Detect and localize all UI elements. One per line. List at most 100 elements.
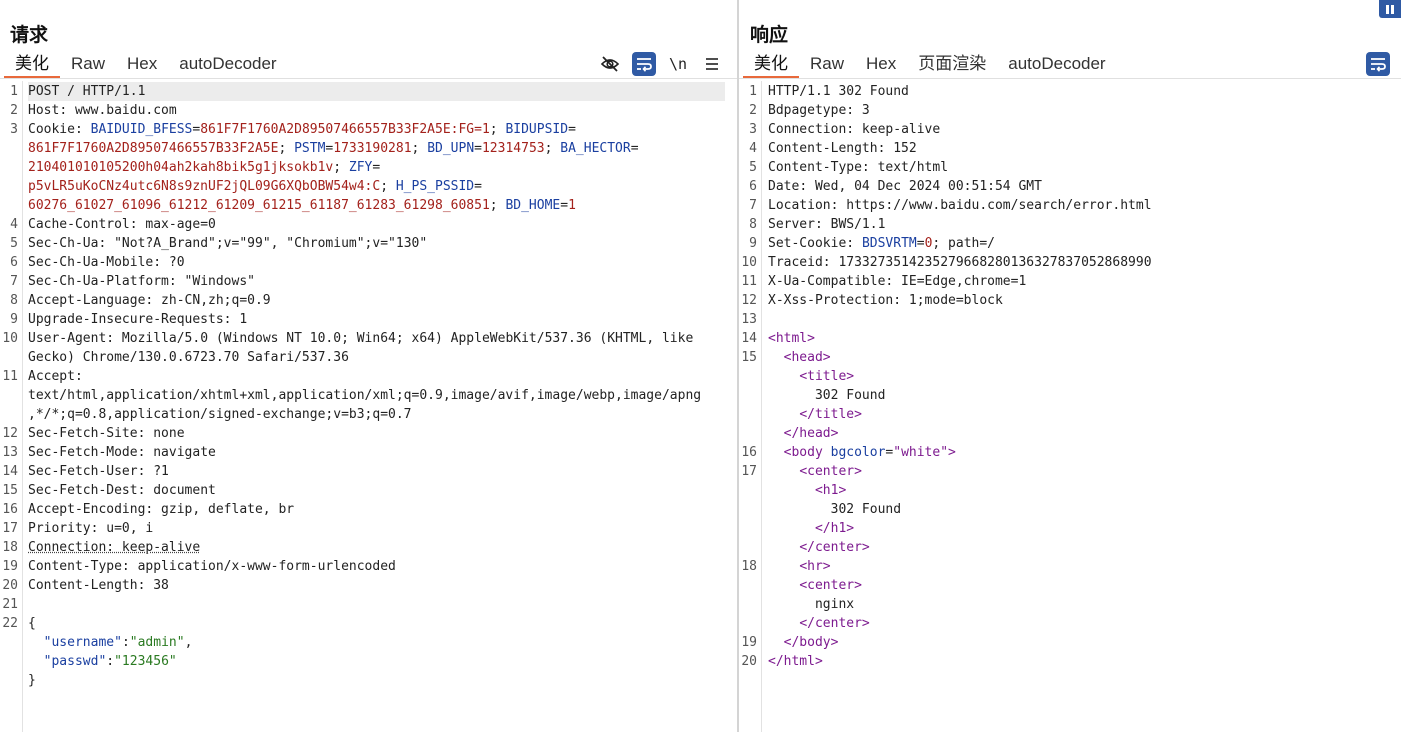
code-token: : "Not?A_Brand";v="99", "Chromium";v="13…: [98, 236, 428, 251]
response-tab-autodecoder[interactable]: autoDecoder: [997, 52, 1116, 76]
code-line: POST / HTTP/1.1: [28, 82, 725, 101]
code-token: 302 Found: [768, 502, 902, 517]
code-token: Upgrade-Insecure-Requests: [28, 312, 224, 327]
line-number: 12: [2, 426, 18, 441]
code-token: text/html,application/xhtml+xml,applicat…: [28, 388, 702, 403]
line-number: 19: [2, 559, 18, 574]
code-line: X-Xss-Protection: 1;mode=block: [768, 291, 1389, 310]
code-token: =: [474, 141, 482, 156]
code-token: 302 Found: [768, 388, 886, 403]
code-token: : navigate: [137, 445, 216, 460]
request-tab-pretty[interactable]: 美化: [4, 52, 60, 78]
code-line: User-Agent: Mozilla/5.0 (Windows NT 10.0…: [28, 329, 725, 348]
code-token: : application/x-www-form-urlencoded: [121, 559, 396, 574]
code-line: Bdpagetype: 3: [768, 101, 1389, 120]
response-editor[interactable]: 1 2 3 4 5 6 7 8 9 10 11 12 13 14 15 16 17 18 19 20 HTTP/1.1…: [739, 81, 1401, 732]
response-tab-render[interactable]: 页面渲染: [907, 52, 997, 76]
code-token: User-Agent: [28, 331, 107, 346]
line-number: 8: [10, 293, 18, 308]
code-token: :: [846, 236, 862, 251]
code-token: : zh-CN,zh;q=0.9: [145, 293, 271, 308]
code-token: : u=0, i: [90, 521, 154, 536]
request-pane: 请求 美化 Raw Hex autoDecoder \n 1 2 3 4 5 6…: [0, 0, 737, 732]
line-number: 9: [10, 312, 18, 327]
code-token: : 1;mode=block: [893, 293, 1003, 308]
pause-bar-icon: [1386, 4, 1389, 14]
code-token: : IE=Edge,chrome=1: [885, 274, 1027, 289]
code-line: Cookie: BAIDUID_BFESS = 861F7F1760A2D89507…: [28, 120, 725, 139]
request-tab-raw[interactable]: Raw: [60, 52, 116, 76]
newline-toggle[interactable]: \n: [666, 52, 690, 76]
code-token: "123456": [114, 654, 177, 669]
code-token: 210401010105200h04ah2kah8bik5g1jksokb1v: [28, 160, 334, 175]
code-token: Set-Cookie: [768, 236, 847, 251]
layout-toggle-button[interactable]: [1379, 0, 1401, 18]
code-token: }: [28, 673, 36, 688]
code-token: <center>: [799, 578, 862, 593]
hide-nonprintable-button[interactable]: [598, 52, 622, 76]
code-token: POST / HTTP/1.1: [28, 84, 146, 99]
code-token: : "Windows": [168, 274, 255, 289]
code-token: : 3: [846, 103, 870, 118]
line-number: 10: [741, 255, 757, 270]
line-number: 20: [741, 654, 757, 669]
request-tabs: 美化 Raw Hex autoDecoder: [4, 52, 288, 78]
code-token: : ?1: [137, 464, 169, 479]
code-line: Content-Length: 152: [768, 139, 1389, 158]
code-token: ; path=/: [932, 236, 996, 251]
line-number: 17: [741, 464, 757, 479]
code-token: Bdpagetype: [768, 103, 847, 118]
code-token: "white": [893, 445, 949, 460]
request-tab-autodecoder[interactable]: autoDecoder: [168, 52, 287, 76]
code-token: "passwd": [43, 654, 107, 669]
code-token: Sec-Fetch-Dest: [28, 483, 138, 498]
code-token: : Mozilla/5.0 (Windows NT 10.0; Win64; x…: [106, 331, 694, 346]
line-number: 11: [2, 369, 18, 384]
word-wrap-toggle[interactable]: [632, 52, 656, 76]
response-tab-hex[interactable]: Hex: [855, 52, 907, 76]
menu-button[interactable]: [700, 52, 724, 76]
code-line: {: [28, 614, 725, 633]
response-tab-pretty[interactable]: 美化: [743, 52, 799, 78]
request-editor[interactable]: 1 2 3 4 5 6 7 8 9 10 11 12 13 14 15 16 17 18 19 20 21 22 POST…: [0, 81, 737, 732]
code-token: BD_HOME: [505, 198, 561, 213]
code-line: Content-Type: application/x-www-form-url…: [28, 557, 725, 576]
code-token: </center>: [799, 540, 870, 555]
code-token: Host: [28, 103, 60, 118]
code-token: BAIDUID_BFESS: [90, 122, 193, 137]
code-token: =: [372, 160, 381, 175]
code-token: >: [948, 445, 956, 460]
response-tabs: 美化 Raw Hex 页面渲染 autoDecoder: [743, 52, 1117, 78]
code-token: BDSVRTM: [861, 236, 917, 251]
code-token: : none: [137, 426, 185, 441]
code-token: X-Ua-Compatible: [768, 274, 886, 289]
code-token: </h1>: [814, 521, 855, 536]
code-line: Traceid: 1733273514235279668280136327837…: [768, 253, 1389, 272]
code-token: Sec-Fetch-Site: [28, 426, 138, 441]
code-token: <h1>: [814, 483, 847, 498]
request-tab-hex[interactable]: Hex: [116, 52, 168, 76]
code-token: Sec-Ch-Ua-Platform: [28, 274, 169, 289]
line-number: 2: [749, 103, 757, 118]
code-token: ;: [411, 141, 428, 156]
code-line: Set-Cookie: BDSVRTM=0; path=/: [768, 234, 1389, 253]
code-token: :: [74, 369, 83, 384]
response-tab-raw[interactable]: Raw: [799, 52, 855, 76]
response-word-wrap-toggle[interactable]: [1366, 52, 1390, 76]
code-token: Sec-Ch-Ua: [28, 236, 99, 251]
code-line: Accept-Encoding: gzip, deflate, br: [28, 500, 725, 519]
line-number: 9: [749, 236, 757, 251]
code-token: ;: [489, 122, 506, 137]
line-number: 12: [741, 293, 757, 308]
code-token: </head>: [783, 426, 839, 441]
code-line: Sec-Fetch-User: ?1: [28, 462, 725, 481]
line-number: 22: [2, 616, 18, 631]
code-token: : ?0: [153, 255, 185, 270]
code-line: Sec-Ch-Ua-Mobile: ?0: [28, 253, 725, 272]
code-token: Priority: [28, 521, 91, 536]
code-line: Server: BWS/1.1: [768, 215, 1389, 234]
